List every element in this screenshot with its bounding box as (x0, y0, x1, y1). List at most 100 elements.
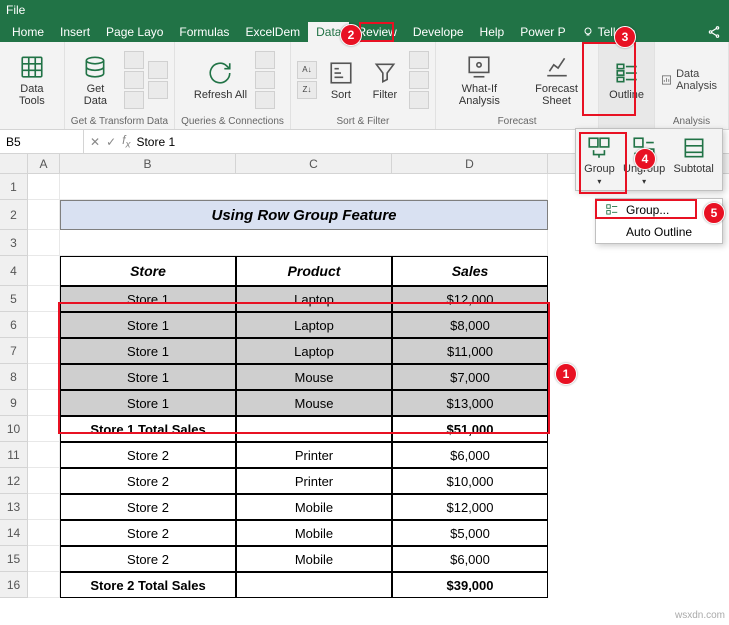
whatif-button[interactable]: What-If Analysis (442, 51, 517, 109)
data-tools-button[interactable]: Data Tools (6, 51, 58, 109)
cell-store[interactable]: Store 1 (60, 312, 236, 338)
file-menu[interactable]: File (6, 3, 25, 17)
edit-links-button[interactable] (255, 91, 275, 109)
row-header[interactable]: 3 (0, 230, 28, 256)
cell-sales[interactable]: $5,000 (392, 520, 548, 546)
col-header-d[interactable]: D (392, 154, 548, 173)
name-box[interactable]: B5 (0, 130, 84, 153)
recent-sources-button[interactable] (148, 61, 168, 79)
cell[interactable] (28, 416, 60, 442)
from-web-button[interactable] (124, 71, 144, 89)
group-button[interactable]: Group ▾ (584, 135, 615, 186)
cell[interactable] (28, 312, 60, 338)
existing-conn-button[interactable] (148, 81, 168, 99)
clear-filter-button[interactable] (409, 51, 429, 69)
cell-sales[interactable]: $10,000 (392, 468, 548, 494)
share-icon[interactable] (699, 22, 729, 42)
header-product[interactable]: Product (236, 256, 392, 286)
cell-product[interactable]: Mobile (236, 494, 392, 520)
cell[interactable] (28, 572, 60, 598)
row-header[interactable]: 5 (0, 286, 28, 312)
cell[interactable] (28, 174, 60, 200)
cell[interactable] (28, 546, 60, 572)
cell[interactable] (28, 442, 60, 468)
cell-total-value[interactable]: $51,000 (392, 416, 548, 442)
col-header-c[interactable]: C (236, 154, 392, 173)
cell[interactable] (236, 416, 392, 442)
sort-button[interactable]: Sort (321, 57, 361, 103)
cell-product[interactable]: Printer (236, 442, 392, 468)
cell-store[interactable]: Store 1 (60, 286, 236, 312)
cell[interactable] (28, 338, 60, 364)
row-header[interactable]: 14 (0, 520, 28, 546)
cell-product[interactable]: Mobile (236, 546, 392, 572)
cell-product[interactable]: Printer (236, 468, 392, 494)
advanced-button[interactable] (409, 91, 429, 109)
cell-sales[interactable]: $12,000 (392, 286, 548, 312)
cell-product[interactable]: Mobile (236, 520, 392, 546)
cell-store[interactable]: Store 2 (60, 520, 236, 546)
row-header[interactable]: 10 (0, 416, 28, 442)
col-header-a[interactable]: A (28, 154, 60, 173)
cell-store[interactable]: Store 2 (60, 494, 236, 520)
cell-sales[interactable]: $12,000 (392, 494, 548, 520)
row-header[interactable]: 9 (0, 390, 28, 416)
fx-icon[interactable]: fx (122, 133, 130, 150)
cell-store[interactable]: Store 1 (60, 390, 236, 416)
tab-home[interactable]: Home (4, 22, 52, 42)
row-header[interactable]: 7 (0, 338, 28, 364)
cell-product[interactable]: Mouse (236, 390, 392, 416)
tab-formulas[interactable]: Formulas (171, 22, 237, 42)
cell[interactable] (28, 256, 60, 286)
data-analysis-button[interactable]: Data Analysis (661, 68, 722, 92)
forecast-sheet-button[interactable]: Forecast Sheet (521, 51, 592, 109)
cell-product[interactable]: Laptop (236, 286, 392, 312)
row-header[interactable]: 13 (0, 494, 28, 520)
cell-sales[interactable]: $6,000 (392, 546, 548, 572)
cell-store[interactable]: Store 1 (60, 364, 236, 390)
tab-powerp[interactable]: Power P (512, 22, 573, 42)
from-table-button[interactable] (124, 91, 144, 109)
subtotal-button[interactable]: Subtotal (673, 135, 713, 186)
cell[interactable] (28, 364, 60, 390)
cell-store[interactable]: Store 2 (60, 546, 236, 572)
enter-formula-icon[interactable]: ✓ (106, 135, 116, 149)
get-data-button[interactable]: Get Data (71, 51, 120, 109)
row-header[interactable]: 4 (0, 256, 28, 286)
cell-store[interactable]: Store 1 (60, 338, 236, 364)
cell-total-label[interactable]: Store 2 Total Sales (60, 572, 236, 598)
select-all-corner[interactable] (0, 154, 28, 173)
cell-sales[interactable]: $11,000 (392, 338, 548, 364)
row-header[interactable]: 2 (0, 200, 28, 230)
outline-button[interactable]: Outline (605, 57, 648, 103)
title-cell[interactable]: Using Row Group Feature (60, 200, 548, 230)
cell[interactable] (28, 520, 60, 546)
cell-product[interactable]: Laptop (236, 312, 392, 338)
row-header[interactable]: 11 (0, 442, 28, 468)
cell[interactable] (28, 390, 60, 416)
cancel-formula-icon[interactable]: ✕ (90, 135, 100, 149)
row-header[interactable]: 15 (0, 546, 28, 572)
cell[interactable] (60, 174, 548, 200)
cell-sales[interactable]: $8,000 (392, 312, 548, 338)
tab-insert[interactable]: Insert (52, 22, 98, 42)
row-header[interactable]: 6 (0, 312, 28, 338)
queries-button[interactable] (255, 51, 275, 69)
tab-help[interactable]: Help (472, 22, 513, 42)
cell[interactable] (236, 572, 392, 598)
cell[interactable] (28, 230, 60, 256)
tab-exceldem[interactable]: ExcelDem (237, 22, 308, 42)
sort-za-button[interactable]: Z↓ (297, 81, 317, 99)
reapply-button[interactable] (409, 71, 429, 89)
cell-sales[interactable]: $6,000 (392, 442, 548, 468)
cell[interactable] (28, 494, 60, 520)
cell-total-label[interactable]: Store 1 Total Sales (60, 416, 236, 442)
refresh-all-button[interactable]: Refresh All (190, 57, 251, 103)
header-store[interactable]: Store (60, 256, 236, 286)
cell[interactable] (60, 230, 548, 256)
cell-store[interactable]: Store 2 (60, 468, 236, 494)
sort-az-button[interactable]: A↓ (297, 61, 317, 79)
row-header[interactable]: 12 (0, 468, 28, 494)
cell-store[interactable]: Store 2 (60, 442, 236, 468)
properties-button[interactable] (255, 71, 275, 89)
